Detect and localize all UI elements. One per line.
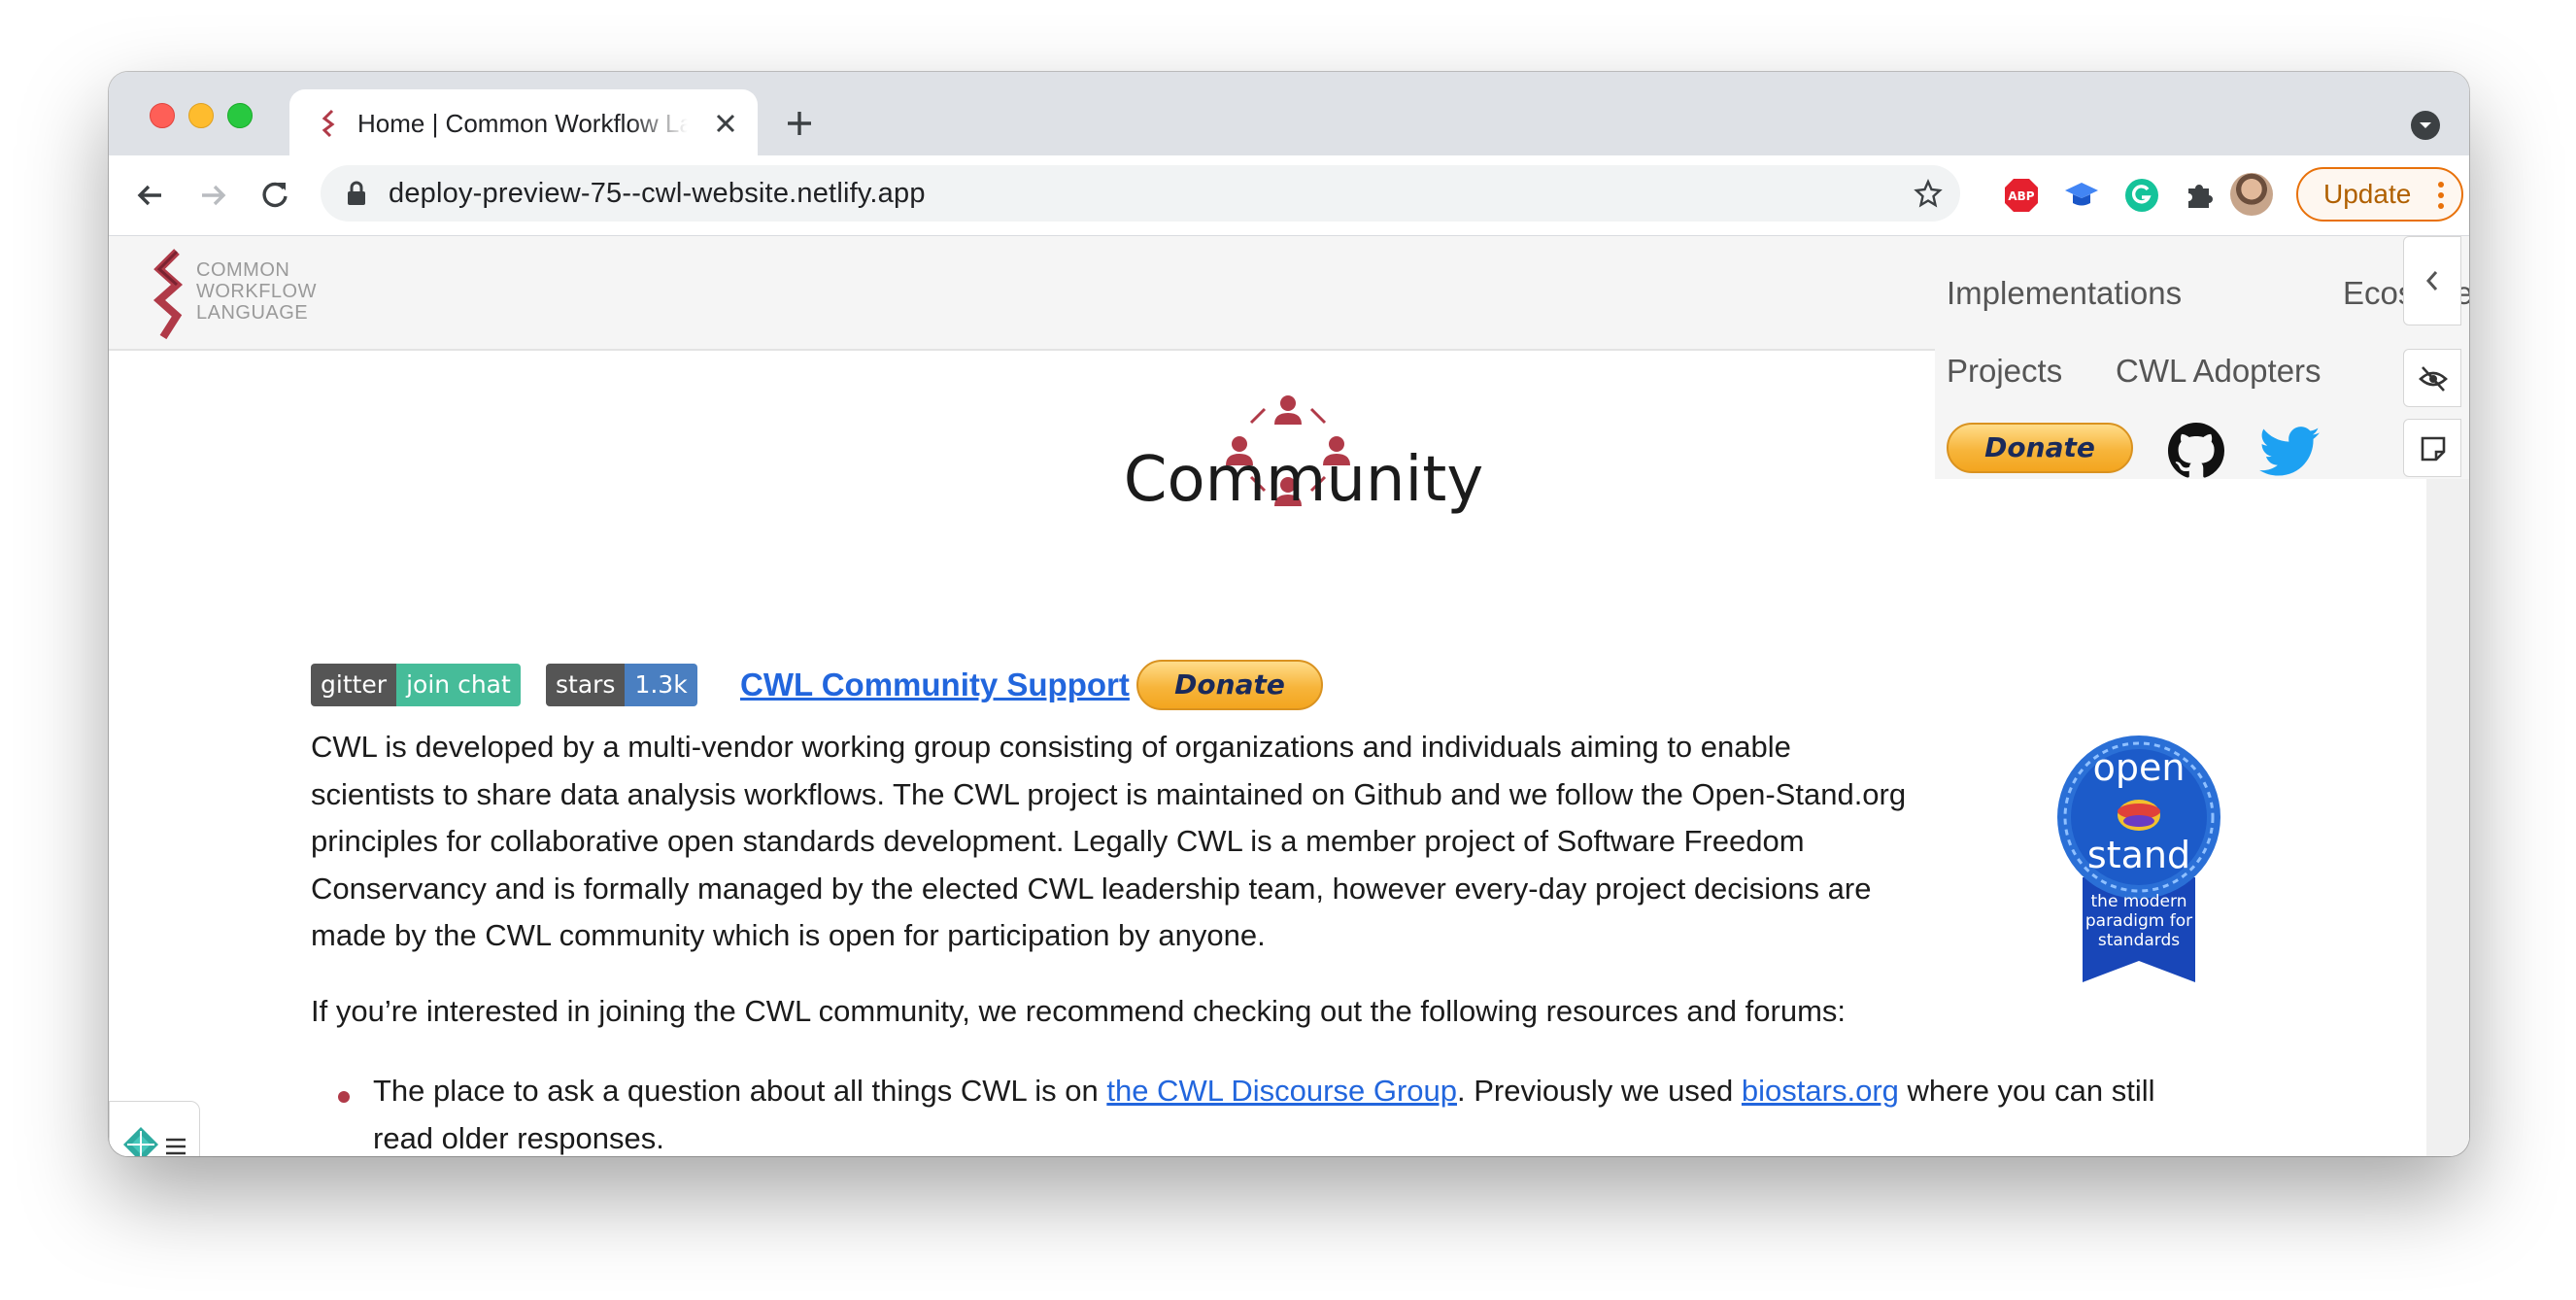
nav-implementations[interactable]: Implementations	[1947, 275, 2182, 312]
profile-avatar[interactable]	[2230, 173, 2273, 216]
logo-line-2: WORKFLOW	[196, 281, 317, 302]
list-item-text-middle: . Previously we used	[1457, 1074, 1742, 1108]
cwl-logo-text[interactable]: COMMON WORKFLOW LANGUAGE	[196, 259, 317, 324]
logo-line-3: LANGUAGE	[196, 302, 309, 324]
page-content: COMMON WORKFLOW LANGUAGE Implementations…	[109, 236, 2469, 1156]
hide-drawer-button[interactable]	[2403, 349, 2461, 407]
openstand-tagline-3: standards	[2098, 931, 2180, 950]
tab-home[interactable]: Home | Common Workflow Language	[289, 89, 758, 155]
forward-icon[interactable]	[194, 177, 231, 214]
list-item-text-after: where you can still	[1898, 1074, 2155, 1108]
sticky-note-icon	[2421, 436, 2446, 462]
cwl-favicon-icon	[322, 109, 335, 138]
browser-toolbar: deploy-preview-75--cwl-website.netlify.a…	[109, 155, 2469, 236]
intro-paragraph: CWL is developed by a multi-vendor worki…	[311, 724, 1906, 960]
url-text: deploy-preview-75--cwl-website.netlify.a…	[389, 178, 926, 209]
cwl-discourse-link[interactable]: the CWL Discourse Group	[1106, 1074, 1457, 1108]
openstand-word-stand: stand	[2087, 834, 2190, 876]
list-item-line-1: The place to ask a question about all th…	[373, 1068, 2413, 1115]
svg-text:ABP: ABP	[2008, 189, 2034, 203]
chevron-left-icon	[2425, 271, 2438, 291]
github-stars-badge[interactable]: stars 1.3k	[546, 664, 697, 706]
join-paragraph: If you’re interested in joining the CWL …	[311, 994, 1847, 1028]
gitter-badge-right: join chat	[396, 664, 521, 706]
list-item-text-before: The place to ask a question about all th…	[373, 1074, 1107, 1108]
netlify-widget-button[interactable]	[109, 1101, 200, 1156]
list-item: The place to ask a question about all th…	[373, 1068, 2413, 1156]
extensions-puzzle-icon[interactable]	[2180, 175, 2220, 216]
biostars-link[interactable]: biostars.org	[1742, 1074, 1899, 1108]
address-bar[interactable]: deploy-preview-75--cwl-website.netlify.a…	[321, 165, 1960, 222]
logo-line-1: COMMON	[196, 259, 290, 281]
openstand-tagline-1: the modern	[2091, 892, 2187, 911]
intro-line-1: CWL is developed by a multi-vendor worki…	[311, 730, 1791, 764]
list-item-line-2: read older responses.	[373, 1120, 664, 1155]
graduation-cap-extension-icon[interactable]	[2061, 175, 2102, 216]
reload-icon[interactable]	[256, 177, 293, 214]
stars-badge-left: stars	[546, 664, 626, 706]
update-button[interactable]: Update	[2296, 167, 2463, 222]
close-tab-icon[interactable]	[713, 111, 738, 136]
intro-line-5: made by the CWL community which is open …	[311, 918, 1266, 952]
openstand-tagline-2: paradigm for	[2085, 911, 2192, 931]
title-bar: Home | Common Workflow Language	[109, 72, 2469, 155]
bookmark-star-icon[interactable]	[1914, 179, 1943, 208]
intro-line-4: Conservancy and is formally managed by t…	[311, 871, 1872, 906]
browser-window: Home | Common Workflow Language	[109, 72, 2469, 1156]
adblock-plus-icon[interactable]: ABP	[2001, 175, 2042, 216]
nav-projects[interactable]: Projects	[1947, 353, 2062, 390]
back-icon[interactable]	[132, 177, 169, 214]
stars-badge-right: 1.3k	[625, 664, 697, 706]
openstand-word-open: open	[2093, 746, 2186, 789]
tab-title: Home | Common Workflow Language	[357, 109, 688, 139]
open-stand-badge[interactable]: open stand the modern paradigm for stand…	[2053, 732, 2224, 986]
more-menu-icon	[2438, 182, 2444, 209]
update-label: Update	[2323, 179, 2412, 209]
minimize-window-button[interactable]	[188, 103, 214, 128]
bullet-marker	[338, 1091, 350, 1103]
maximize-window-button[interactable]	[227, 103, 253, 128]
intro-line-2: scientists to share data analysis workfl…	[311, 776, 1907, 811]
cwl-logo-icon[interactable]	[150, 248, 188, 341]
collapse-drawer-button[interactable]	[2403, 236, 2461, 325]
eye-off-icon	[2419, 366, 2448, 392]
donate-button[interactable]: Donate	[1136, 660, 1323, 710]
page-title: Community	[1123, 444, 1484, 516]
menu-lines-icon	[166, 1138, 186, 1155]
cwl-community-support-link[interactable]: CWL Community Support	[740, 667, 1130, 703]
nav-donate-button[interactable]: Donate	[1947, 423, 2133, 473]
netlify-logo-icon	[123, 1127, 158, 1156]
gitter-badge-left: gitter	[311, 664, 397, 706]
new-tab-icon[interactable]	[785, 109, 814, 138]
intro-line-3: principles for collaborative open standa…	[311, 824, 1805, 858]
site-nav-menu: Implementations Ecosystem Projects CWL A…	[1935, 236, 2469, 479]
gitter-badge[interactable]: gitter join chat	[311, 664, 521, 706]
nav-cwl-adopters[interactable]: CWL Adopters	[2116, 353, 2322, 390]
feedback-note-button[interactable]	[2403, 419, 2461, 477]
close-window-button[interactable]	[150, 103, 175, 128]
grammarly-icon[interactable]	[2121, 175, 2162, 216]
tab-search-icon[interactable]	[2411, 111, 2440, 140]
page-scrollbar[interactable]	[2426, 479, 2469, 1156]
lock-icon[interactable]	[346, 180, 367, 207]
github-icon[interactable]	[2168, 423, 2224, 479]
twitter-icon[interactable]	[2259, 427, 2320, 477]
